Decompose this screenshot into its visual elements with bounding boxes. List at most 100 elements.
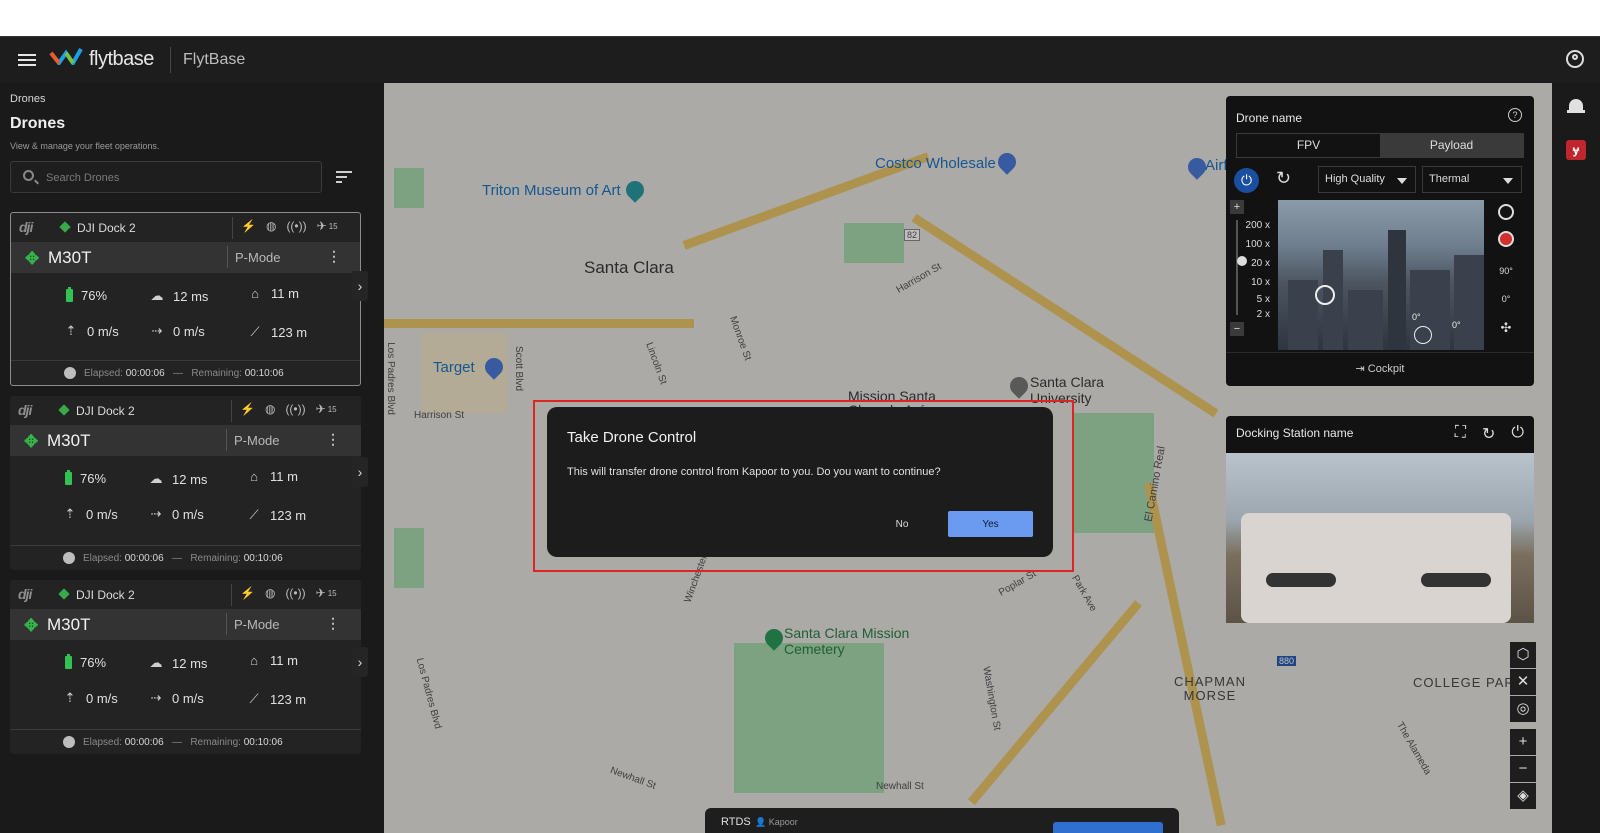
divider [232, 217, 233, 239]
power-button[interactable]: ⏻ [1234, 168, 1259, 193]
crosshair-icon [1315, 285, 1335, 305]
zoom-level[interactable]: 10 x [1240, 273, 1270, 292]
zoom-out-icon[interactable]: − [1510, 756, 1536, 782]
drone-icon: ✥ [25, 249, 40, 268]
latency-stat: ☁ 12 ms [148, 655, 208, 671]
cockpit-button[interactable]: ⇥ Cockpit [1226, 352, 1534, 386]
yes-button[interactable]: Yes [948, 511, 1033, 537]
menu-icon[interactable] [18, 51, 36, 67]
dialog-title: Take Drone Control [567, 429, 697, 446]
record-button[interactable] [1496, 231, 1516, 247]
search-input[interactable] [46, 168, 306, 188]
status-icons: ⚡ ◍ ((•)) ✈ 15 [240, 402, 337, 416]
search-box[interactable] [10, 161, 322, 193]
drone-card[interactable]: dji DJI Dock 2 ⚡ ◍ ((•)) ✈ 15 ✥ M30T P-M… [10, 212, 361, 386]
dock-name: DJI Dock 2 [77, 221, 136, 235]
expand-card-chevron-icon[interactable]: › [352, 647, 368, 677]
user-profile-icon[interactable] [1566, 50, 1584, 68]
gimbal-90-button[interactable]: 90° [1496, 266, 1516, 276]
satellite-icon: ✈ [315, 402, 326, 416]
chevron-down-icon [1397, 178, 1407, 184]
zoom-level[interactable]: 200 x [1240, 216, 1270, 235]
horizontal-speed-icon: ⇢ [150, 506, 162, 521]
gimbal-control-icon[interactable]: ✣ [1496, 320, 1516, 336]
layers-icon[interactable]: ◈ [1510, 783, 1536, 809]
rtds-user-name: Kapoor [768, 817, 798, 827]
latency-value: 12 ms [173, 288, 209, 304]
dock-arm [1421, 573, 1491, 587]
divider [231, 400, 232, 422]
app-badge-icon[interactable]: ɏ [1566, 140, 1586, 160]
zoom-level[interactable]: 5 x [1240, 292, 1270, 307]
zoom-track[interactable] [1236, 220, 1247, 315]
horizontal-speed-stat: ⇢ 0 m/s [148, 690, 204, 706]
horizontal-speed-stat: ⇢ 0 m/s [148, 506, 204, 522]
power-icon[interactable]: ⏻ [1511, 424, 1524, 444]
dji-logo: dji [18, 586, 32, 602]
breadcrumb[interactable]: Drones [10, 93, 45, 105]
capture-button[interactable] [1496, 204, 1516, 220]
tab-payload[interactable]: Payload [1380, 134, 1523, 157]
fullscreen-icon[interactable]: ⛶ [1455, 424, 1466, 444]
3d-cube-icon[interactable]: ⬡ [1510, 642, 1536, 668]
header-divider [170, 47, 171, 73]
cockpit-icon: ⇥ [1355, 363, 1368, 375]
zoom-out-button[interactable]: − [1230, 322, 1244, 336]
drone-icon: ✥ [24, 616, 39, 635]
dock-name: DJI Dock 2 [76, 404, 135, 418]
refresh-icon[interactable]: ↻ [1276, 168, 1291, 189]
drone-focus-icon[interactable]: ✕ [1510, 669, 1536, 695]
battery-stat: 76% [66, 287, 107, 303]
vertical-speed-value: 0 m/s [86, 506, 118, 522]
zoom-in-button[interactable]: + [1230, 200, 1244, 214]
rtds-action-button[interactable] [1053, 822, 1163, 833]
more-options-icon[interactable]: ⋮ [327, 248, 341, 265]
card-footer: Elapsed: 00:00:06 — Remaining: 00:10:06 [11, 360, 360, 385]
camera-switch-icon[interactable] [1414, 326, 1432, 344]
flight-timer: Elapsed: 00:00:06 — Remaining: 00:10:06 [83, 737, 283, 748]
dock-icon [58, 404, 70, 416]
tab-fpv[interactable]: FPV [1237, 134, 1380, 157]
zoom-level[interactable]: 2 x [1240, 307, 1270, 322]
vertical-speed-stat: ⇡ 0 m/s [62, 690, 118, 706]
search-icon [23, 170, 34, 181]
card-footer: Elapsed: 00:00:06 — Remaining: 00:10:06 [10, 545, 361, 570]
no-button[interactable]: No [877, 511, 927, 537]
card-header: dji DJI Dock 2 ⚡ ◍ ((•)) ✈ 15 [11, 213, 360, 241]
home-icon: ⌂ [250, 469, 258, 484]
zoom-level[interactable]: 100 x [1240, 235, 1270, 254]
more-options-icon[interactable]: ⋮ [326, 431, 340, 448]
city-building [1454, 255, 1484, 350]
clock-icon [64, 367, 76, 379]
dock-camera-feed[interactable] [1226, 453, 1534, 623]
rtds-label: RTDS [721, 816, 751, 828]
more-options-icon[interactable]: ⋮ [326, 615, 340, 632]
map-tools-top: ⬡ ✕ ◎ [1510, 642, 1536, 723]
altitude-icon: ⟋ [250, 324, 260, 339]
gimbal-0-button[interactable]: 0° [1496, 294, 1516, 304]
horizontal-speed-stat: ⇢ 0 m/s [149, 323, 205, 339]
expand-card-chevron-icon[interactable]: › [352, 271, 368, 301]
card-model-row: ✥ M30T P-Mode ⋮ [10, 609, 361, 640]
drone-model: M30T [47, 431, 91, 450]
latency-stat: ☁ 12 ms [149, 288, 209, 304]
zoom-level[interactable]: 20 x [1240, 254, 1270, 273]
locate-icon[interactable]: ◎ [1510, 696, 1536, 722]
divider [226, 613, 227, 635]
zoom-in-icon[interactable]: + [1510, 729, 1536, 755]
home-distance-value: 11 m [270, 469, 298, 484]
drone-card[interactable]: dji DJI Dock 2 ⚡ ◍ ((•)) ✈ 15 ✥ M30T P-M… [10, 580, 361, 754]
home-distance-value: 11 m [271, 286, 299, 301]
help-icon[interactable]: ? [1508, 108, 1522, 122]
battery-stat: 76% [65, 654, 106, 670]
drone-card[interactable]: dji DJI Dock 2 ⚡ ◍ ((•)) ✈ 15 ✥ M30T P-M… [10, 396, 361, 570]
rtds-bar: RTDS 👤 Kapoor [705, 808, 1179, 833]
refresh-icon[interactable]: ↻ [1482, 424, 1495, 444]
expand-card-chevron-icon[interactable]: › [352, 457, 368, 487]
camera-mode-dropdown[interactable]: Thermal [1422, 166, 1522, 193]
alarm-icon[interactable] [1567, 95, 1585, 113]
quality-dropdown[interactable]: High Quality [1318, 166, 1416, 193]
filter-icon[interactable] [336, 171, 352, 183]
payload-camera-feed[interactable]: 0° 0° [1278, 200, 1484, 350]
dji-logo: dji [19, 219, 33, 235]
